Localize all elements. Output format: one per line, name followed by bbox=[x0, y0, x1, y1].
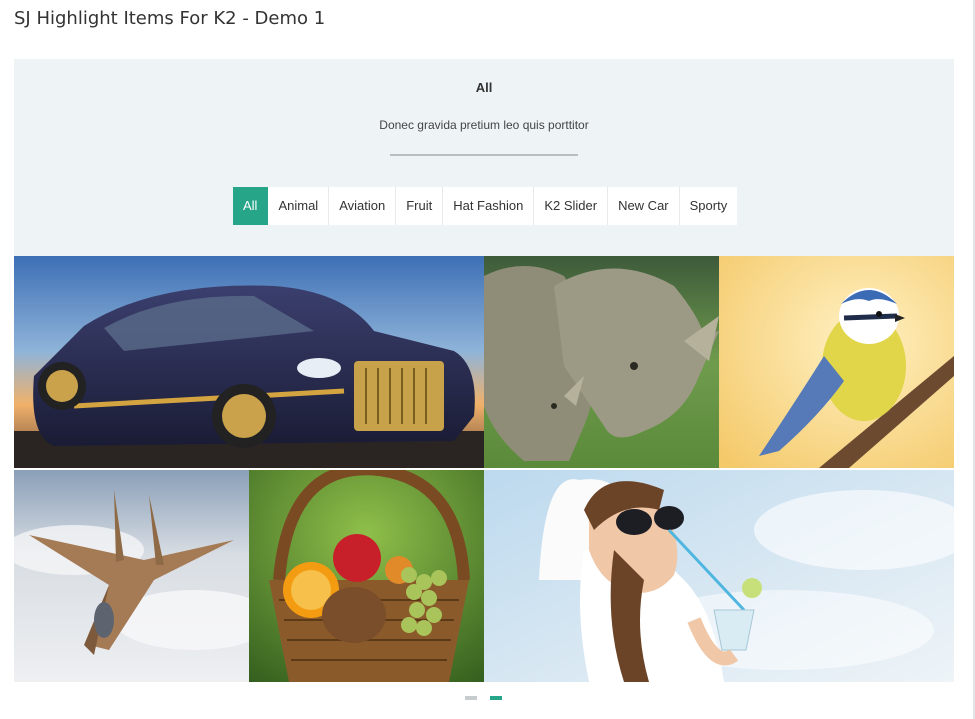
items-grid bbox=[14, 256, 954, 682]
tab-k2-slider[interactable]: K2 Slider bbox=[534, 187, 609, 225]
category-heading: All bbox=[475, 80, 493, 95]
item-jet-image[interactable] bbox=[14, 470, 249, 682]
item-car-image[interactable] bbox=[14, 256, 484, 468]
highlight-module: All Donec gravida pretium leo quis portt… bbox=[14, 59, 954, 256]
tab-sporty[interactable]: Sporty bbox=[679, 187, 738, 225]
heading-divider bbox=[390, 154, 578, 156]
tab-all[interactable]: All bbox=[233, 187, 269, 225]
item-fruit-image[interactable] bbox=[249, 470, 484, 682]
category-description: Donec gravida pretium leo quis porttitor bbox=[379, 118, 589, 132]
pager bbox=[465, 696, 502, 700]
item-woman-image[interactable] bbox=[484, 470, 954, 682]
tab-new-car[interactable]: New Car bbox=[608, 187, 680, 225]
item-bird-image[interactable] bbox=[719, 256, 954, 468]
page-title: SJ Highlight Items For K2 - Demo 1 bbox=[14, 8, 326, 29]
tab-aviation[interactable]: Aviation bbox=[329, 187, 397, 225]
pager-dot-2[interactable] bbox=[490, 696, 502, 700]
item-rhino-image[interactable] bbox=[484, 256, 719, 468]
tab-fruit[interactable]: Fruit bbox=[396, 187, 444, 225]
tab-animal[interactable]: Animal bbox=[268, 187, 330, 225]
tab-hat-fashion[interactable]: Hat Fashion bbox=[443, 187, 535, 225]
category-tabs: All Animal Aviation Fruit Hat Fashion K2… bbox=[233, 187, 738, 225]
pager-dot-1[interactable] bbox=[465, 696, 477, 700]
